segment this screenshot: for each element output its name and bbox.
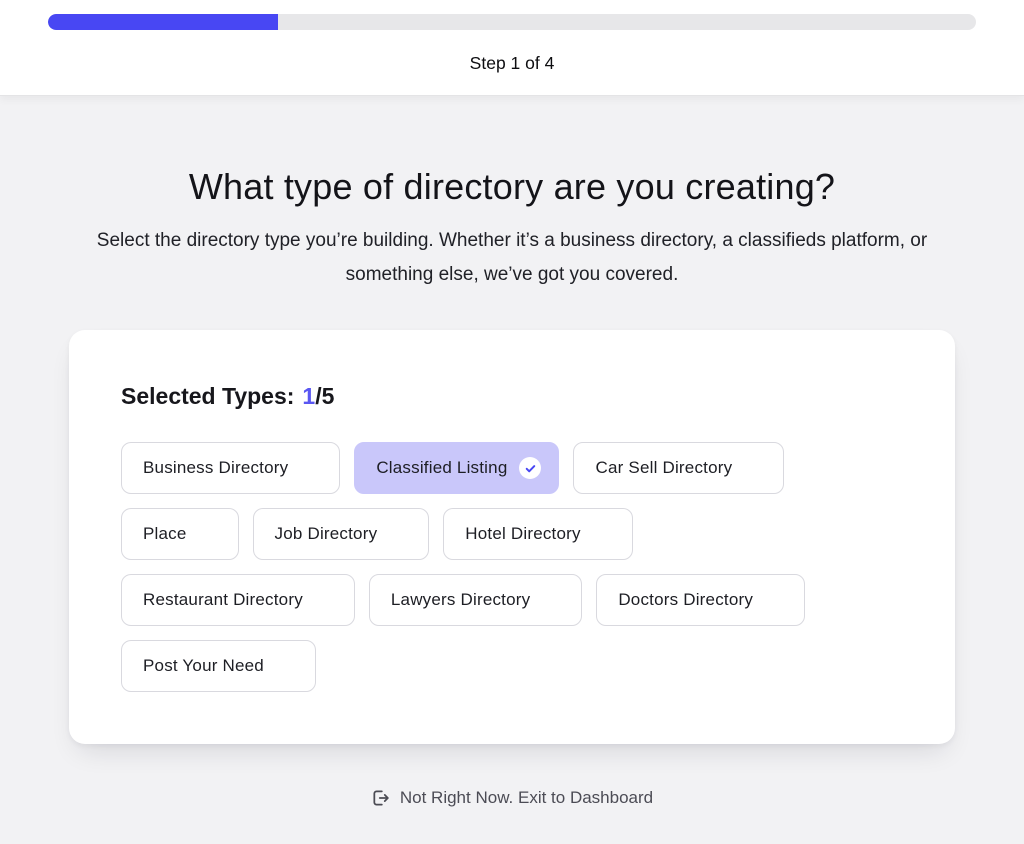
type-selection-card: Selected Types: 1/5 Business Directory Cla… [69,330,955,744]
directory-type-chip[interactable]: Post Your Need [121,640,316,692]
directory-type-chip[interactable]: Restaurant Directory [121,574,355,626]
logout-icon [371,788,391,808]
chip-label: Doctors Directory [618,590,753,610]
check-icon [519,457,541,479]
selected-types-label: Selected Types: [121,383,294,409]
directory-type-row: Restaurant Directory Lawyers Directory Doc… [121,574,903,626]
chip-label: Car Sell Directory [595,458,732,478]
wizard-body: What type of directory are you creating?… [0,164,1024,844]
directory-type-chip[interactable]: Classified Listing [354,442,559,494]
selected-total: /5 [315,383,334,409]
chip-label: Restaurant Directory [143,590,303,610]
chip-label: Post Your Need [143,656,264,676]
directory-type-chip[interactable]: Business Directory [121,442,340,494]
chip-label: Business Directory [143,458,288,478]
directory-type-row: Post Your Need [121,640,903,692]
step-indicator: Step 1 of 4 [48,51,976,75]
chip-label: Job Directory [275,524,378,544]
directory-type-chip[interactable]: Car Sell Directory [573,442,784,494]
page-title: What type of directory are you creating? [0,164,1024,210]
directory-type-list: Business Directory Classified Listing Car … [121,442,903,692]
chip-label: Lawyers Directory [391,590,530,610]
chip-label: Place [143,524,187,544]
directory-type-chip[interactable]: Job Directory [253,508,430,560]
selected-count: 1 [302,383,315,409]
directory-type-row: Place Job Directory Hotel Directory [121,508,903,560]
selected-types-heading: Selected Types: 1/5 [121,382,903,410]
progress-bar [48,14,976,30]
wizard-header: Step 1 of 4 [0,0,1024,96]
footer-area: Not Right Now. Exit to Dashboard [0,788,1024,808]
page-subtitle: Select the directory type you’re buildin… [72,224,952,292]
progress-bar-fill [48,14,278,30]
exit-label: Not Right Now. Exit to Dashboard [400,788,653,808]
chip-label: Classified Listing [376,458,507,478]
directory-type-chip[interactable]: Doctors Directory [596,574,805,626]
directory-type-row: Business Directory Classified Listing Car … [121,442,903,494]
directory-type-chip[interactable]: Hotel Directory [443,508,632,560]
exit-to-dashboard-button[interactable]: Not Right Now. Exit to Dashboard [371,788,653,808]
chip-label: Hotel Directory [465,524,580,544]
directory-type-chip[interactable]: Place [121,508,239,560]
directory-type-chip[interactable]: Lawyers Directory [369,574,582,626]
